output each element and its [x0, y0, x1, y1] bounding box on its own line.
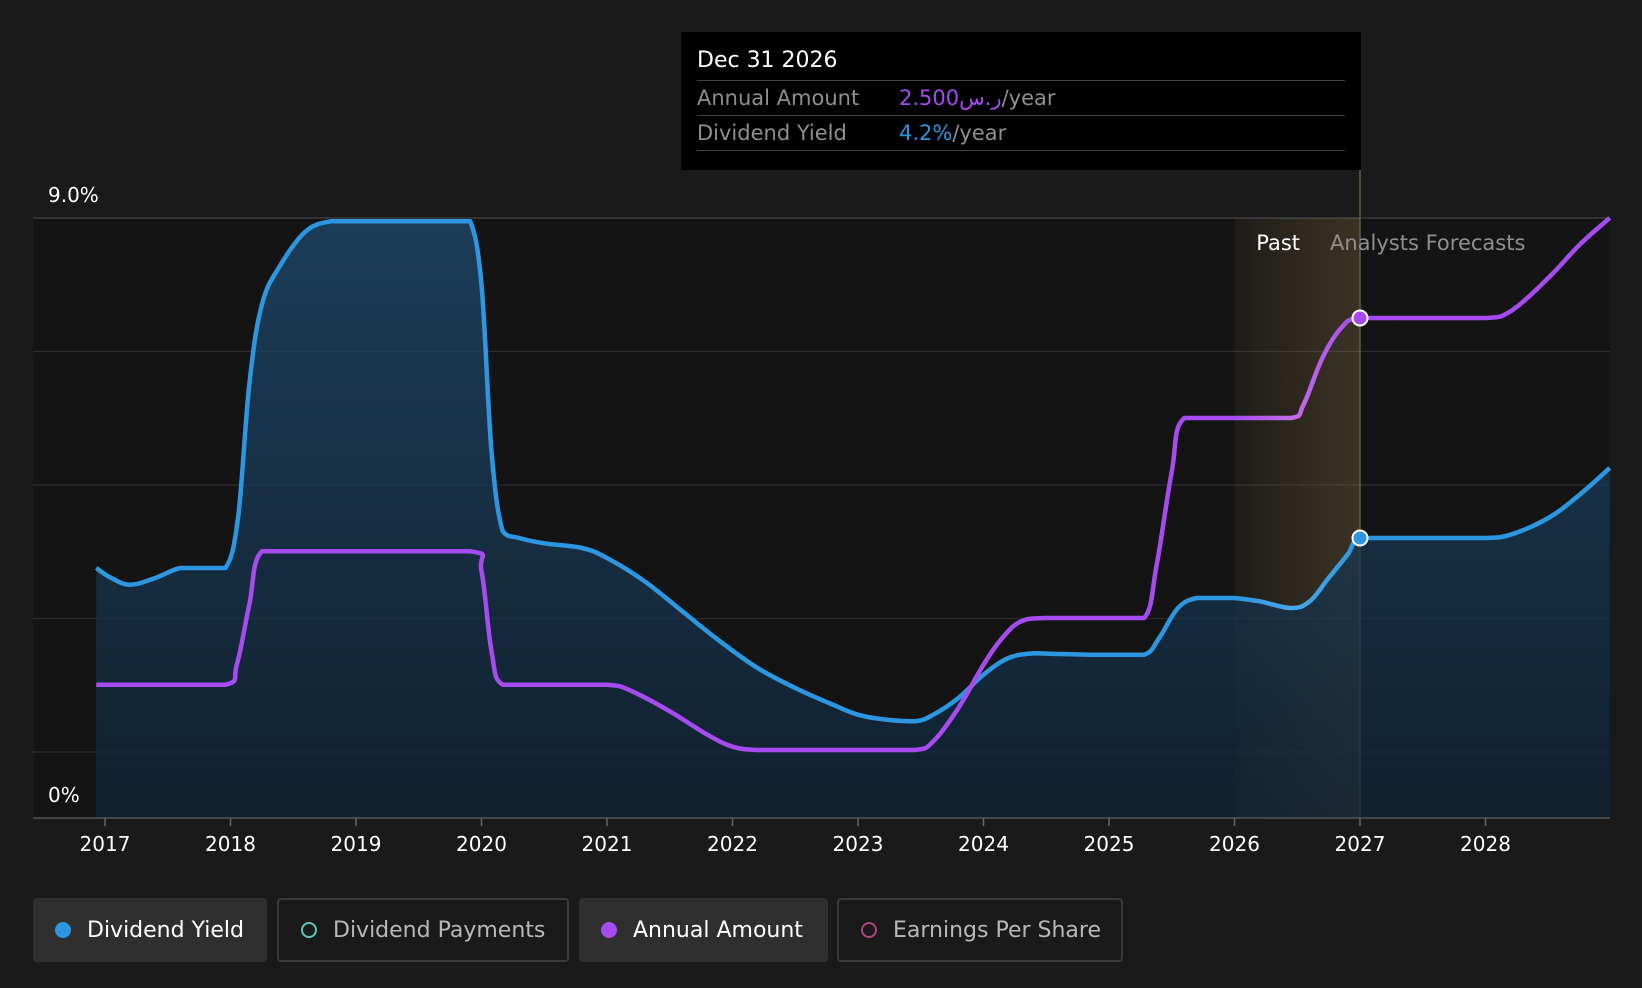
x-tick-label: 2026 [1209, 832, 1260, 856]
legend-earnings-per-share[interactable]: Earnings Per Share [837, 898, 1123, 962]
y-tick-label-max: 9.0% [48, 183, 99, 207]
dividend-payments-ring-icon [301, 922, 317, 938]
tooltip-row-annual-amount: Annual Amount 2.500ر.س/year [697, 81, 1345, 116]
tooltip-label: Annual Amount [697, 86, 860, 110]
forecast-region-label: Analysts Forecasts [1330, 231, 1525, 255]
legend-label: Dividend Yield [87, 917, 244, 943]
earnings-per-share-ring-icon [861, 922, 877, 938]
annual-amount-dot-icon [601, 922, 617, 938]
dividend-yield-marker[interactable] [1351, 529, 1369, 547]
tooltip-date: Dec 31 2026 [697, 46, 1345, 81]
y-tick-label-min: 0% [48, 783, 80, 807]
tooltip: Dec 31 2026 Annual Amount 2.500ر.س/year … [681, 32, 1361, 170]
x-tick-label: 2022 [707, 832, 758, 856]
legend-label: Annual Amount [633, 917, 803, 943]
tooltip-label: Dividend Yield [697, 121, 847, 145]
legend-annual-amount[interactable]: Annual Amount [579, 898, 828, 962]
tooltip-value: 4.2% [899, 121, 953, 145]
x-tick-label: 2024 [958, 832, 1009, 856]
tooltip-value: 2.500ر.س [899, 86, 1002, 110]
x-tick-label: 2021 [582, 832, 633, 856]
x-tick-label: 2023 [833, 832, 884, 856]
x-tick-label: 2018 [205, 832, 256, 856]
x-tick-label: 2028 [1460, 832, 1511, 856]
legend-label: Dividend Payments [333, 917, 546, 943]
x-tick-label: 2019 [331, 832, 382, 856]
annual-amount-marker[interactable] [1351, 309, 1369, 327]
x-axis: 2017 2018 2019 2020 2021 2022 2023 2024 2025 2026… [80, 818, 1511, 856]
tooltip-unit: /year [1001, 86, 1056, 110]
x-tick-label: 2017 [80, 832, 131, 856]
legend-dividend-yield[interactable]: Dividend Yield [33, 898, 267, 962]
past-region-label: Past [1256, 231, 1300, 255]
legend-label: Earnings Per Share [893, 917, 1102, 943]
x-tick-label: 2027 [1335, 832, 1386, 856]
dividend-yield-dot-icon [55, 922, 71, 938]
legend-dividend-payments[interactable]: Dividend Payments [277, 898, 569, 962]
tooltip-row-dividend-yield: Dividend Yield 4.2%/year [697, 116, 1345, 151]
tooltip-unit: /year [952, 121, 1007, 145]
x-tick-label: 2025 [1084, 832, 1135, 856]
x-tick-label: 2020 [456, 832, 507, 856]
